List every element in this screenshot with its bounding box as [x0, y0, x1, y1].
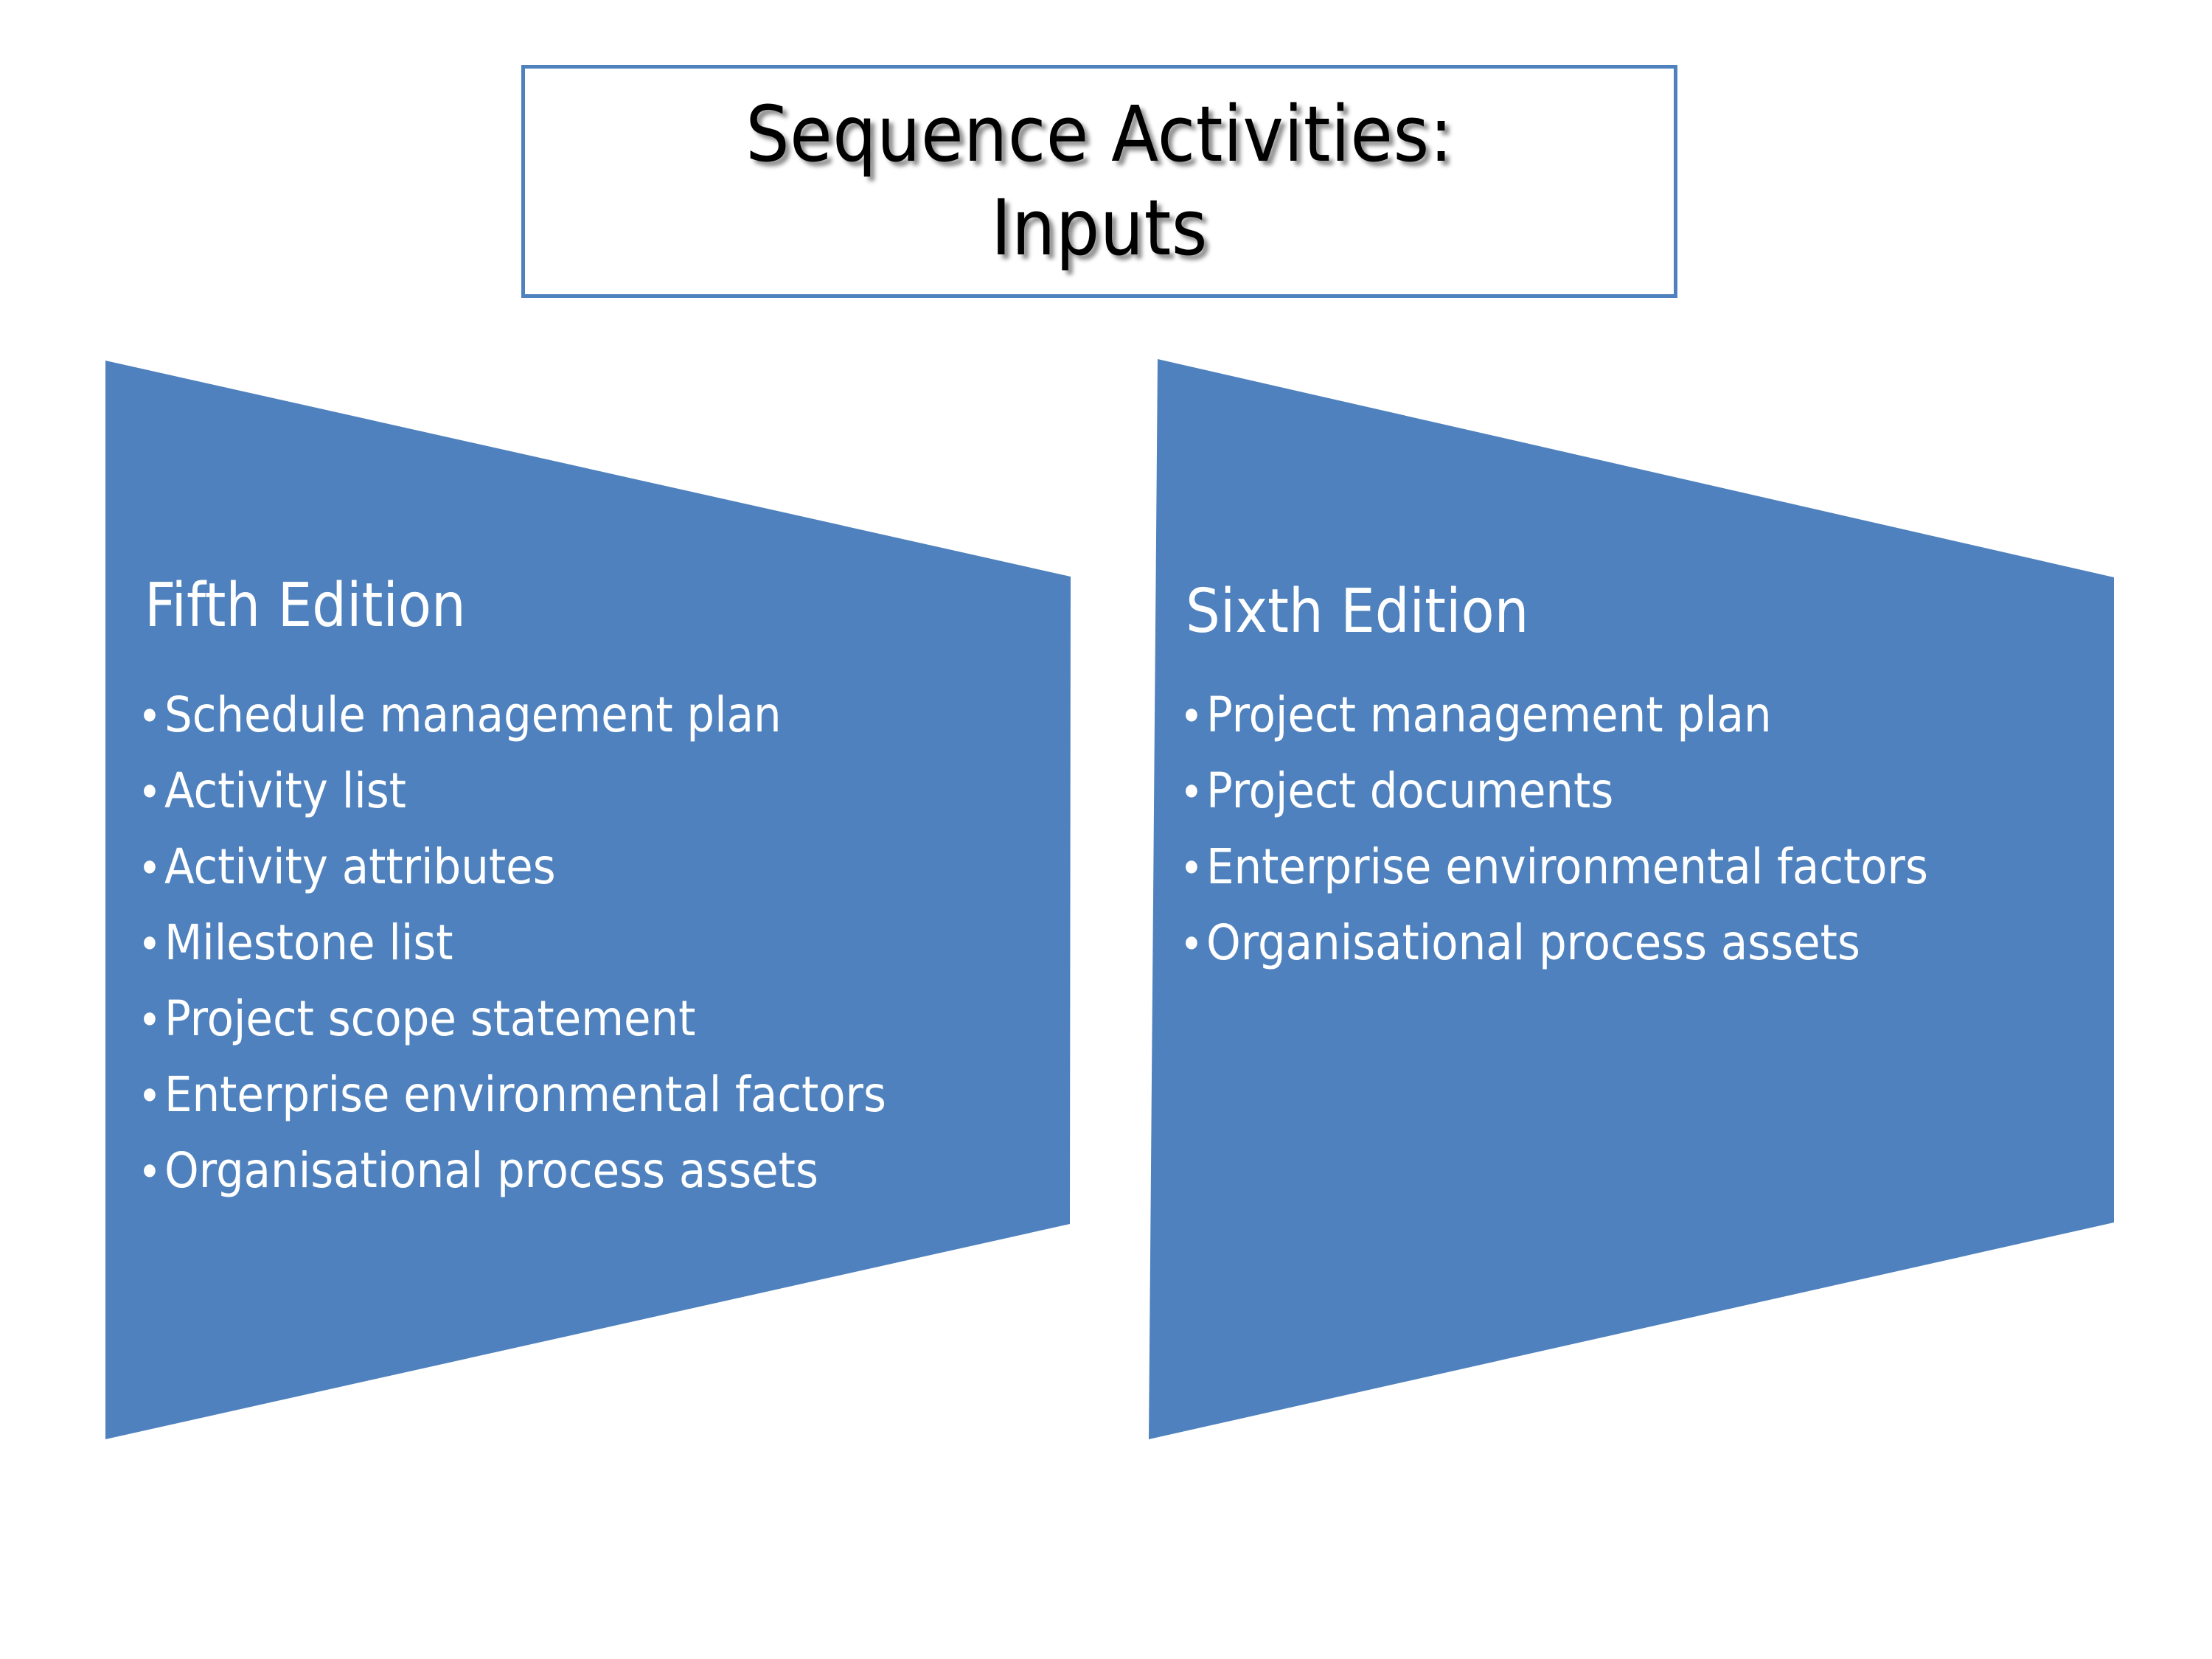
list-item-label: Activity list: [164, 762, 406, 819]
list-item: • Activity list: [138, 767, 886, 815]
list-item: • Milestone list: [138, 919, 886, 967]
bullet-dot-icon: •: [138, 691, 161, 742]
panel-fifth-edition-content: Fifth Edition • Schedule management plan…: [105, 361, 1071, 1439]
panel-sixth-edition-bullet-list: • Project management plan • Project docu…: [1180, 691, 1928, 995]
panel-sixth-edition-content: Sixth Edition • Project management plan …: [1149, 359, 2114, 1439]
bullet-dot-icon: •: [138, 919, 161, 970]
panel-sixth-edition: Sixth Edition • Project management plan …: [1149, 359, 2114, 1439]
bullet-dot-icon: •: [138, 1071, 161, 1122]
panel-fifth-edition: Fifth Edition • Schedule management plan…: [105, 361, 1071, 1439]
bullet-dot-icon: •: [138, 1147, 161, 1198]
bullet-dot-icon: •: [138, 995, 161, 1046]
list-item-label: Enterprise environmental factors: [164, 1066, 886, 1123]
title-line-2: Inputs: [990, 183, 1208, 273]
list-item: • Enterprise environmental factors: [1180, 843, 1928, 891]
slide-canvas: Sequence Activities: Inputs Fifth Editio…: [0, 0, 2212, 1659]
list-item-label: Project scope statement: [164, 990, 696, 1047]
bullet-dot-icon: •: [1180, 691, 1203, 742]
bullet-dot-icon: •: [138, 843, 161, 894]
bullet-dot-icon: •: [1180, 767, 1203, 818]
list-item-label: Activity attributes: [164, 838, 556, 895]
list-item: • Project documents: [1180, 767, 1928, 815]
list-item: • Schedule management plan: [138, 691, 886, 740]
title-line-1: Sequence Activities:: [745, 89, 1453, 180]
list-item-label: Milestone list: [164, 914, 453, 971]
list-item-label: Project documents: [1206, 762, 1614, 819]
bullet-dot-icon: •: [1180, 919, 1203, 970]
list-item: • Organisational process assets: [138, 1147, 886, 1195]
list-item: • Project management plan: [1180, 691, 1928, 740]
bullet-dot-icon: •: [1180, 843, 1203, 894]
list-item: • Activity attributes: [138, 843, 886, 891]
list-item: • Project scope statement: [138, 995, 886, 1043]
list-item-label: Project management plan: [1206, 686, 1772, 743]
panel-fifth-edition-bullet-list: • Schedule management plan • Activity li…: [138, 691, 886, 1222]
list-item-label: Schedule management plan: [164, 686, 782, 743]
list-item: • Organisational process assets: [1180, 919, 1928, 967]
title-box: Sequence Activities: Inputs: [521, 65, 1677, 298]
bullet-dot-icon: •: [138, 767, 161, 818]
panel-sixth-edition-heading: Sixth Edition: [1186, 577, 1529, 647]
list-item-label: Enterprise environmental factors: [1206, 838, 1928, 895]
list-item-label: Organisational process assets: [164, 1142, 818, 1199]
panel-fifth-edition-heading: Fifth Edition: [145, 571, 466, 641]
list-item: • Enterprise environmental factors: [138, 1071, 886, 1119]
list-item-label: Organisational process assets: [1206, 914, 1860, 971]
